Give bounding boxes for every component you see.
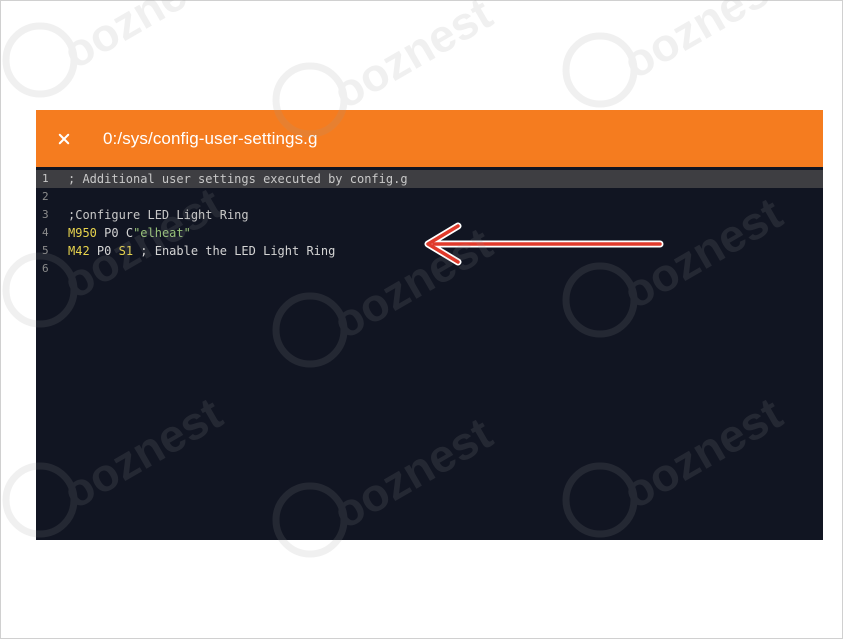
gcode-string: "elheat": [133, 226, 191, 240]
line-number: 5: [42, 244, 49, 257]
code-line[interactable]: 1 ; Additional user settings executed by …: [36, 170, 823, 188]
line-text: ;Configure LED Light Ring: [68, 208, 249, 222]
gcode-param: P0: [96, 244, 112, 258]
line-number: 1: [42, 172, 49, 185]
line-number: 6: [42, 262, 49, 275]
close-icon[interactable]: [53, 128, 75, 150]
gcode-param: P0: [104, 226, 119, 240]
gcode-param: C: [125, 226, 134, 240]
gcode-param: S1: [118, 244, 134, 258]
file-path-title: 0:/sys/config-user-settings.g: [103, 128, 318, 148]
code-line[interactable]: 2: [36, 188, 823, 206]
line-number: 3: [42, 208, 49, 221]
line-text: ; Additional user settings executed by c…: [68, 172, 408, 186]
line-number: 2: [42, 190, 49, 203]
red-arrow-icon: [424, 222, 664, 266]
gcode-comment: ; Enable the LED Light Ring: [133, 244, 336, 258]
gcode-command: M950: [68, 226, 97, 240]
gcode-command: M42: [68, 244, 90, 258]
editor-titlebar: 0:/sys/config-user-settings.g: [36, 110, 823, 167]
file-editor-dialog: 0:/sys/config-user-settings.g 1 ; Additio…: [36, 110, 823, 540]
line-number: 4: [42, 226, 49, 239]
